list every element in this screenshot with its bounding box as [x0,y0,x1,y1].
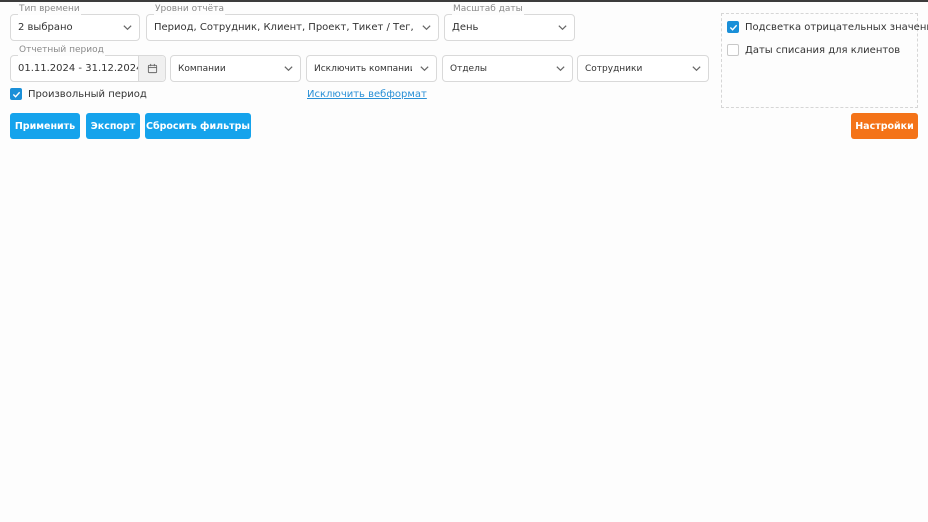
employees-select[interactable]: Сотрудники [577,55,709,82]
companies-select[interactable]: Компании [170,55,301,82]
custom-period-label: Произвольный период [28,88,147,100]
custom-period-checkbox[interactable]: Произвольный период [10,88,147,100]
report-period-field[interactable]: 01.11.2024 - 31.12.2024 Отчетный период [10,45,166,82]
highlight-negative-label: Подсветка отрицательных значений [745,21,928,33]
calendar-icon[interactable] [138,56,165,81]
time-type-label: Тип времени [18,4,81,15]
checkmark-icon[interactable] [10,88,22,100]
companies-value: Компании [178,63,226,74]
chevron-down-icon [276,56,300,81]
report-period-label: Отчетный период [18,45,105,56]
chevron-down-icon [684,56,708,81]
chevron-down-icon [414,15,438,40]
chevron-down-icon [548,56,572,81]
settings-button[interactable]: Настройки [851,113,918,139]
date-scale-value: День [452,22,479,33]
options-panel: Подсветка отрицательных значений Даты сп… [721,13,928,108]
highlight-negative-checkbox[interactable]: Подсветка отрицательных значений [727,21,928,33]
report-levels-label: Уровни отчёта [154,4,225,15]
exclude-companies-value: Исключить компании [314,63,412,74]
time-type-select[interactable]: 2 выбрано Тип времени [10,4,140,41]
date-scale-label: Масштаб даты [452,4,524,15]
exclude-webformat-link[interactable]: Исключить вебформат [307,89,427,100]
checkmark-icon[interactable] [727,21,739,33]
chevron-down-icon [550,15,574,40]
exclude-companies-select[interactable]: Исключить компании [306,55,437,82]
departments-value: Отделы [450,63,487,74]
checkbox-empty-icon[interactable] [727,44,739,56]
chevron-down-icon [115,15,139,40]
chevron-down-icon [412,56,436,81]
report-levels-select[interactable]: Период, Сотрудник, Клиент, Проект, Тикет… [146,4,439,41]
time-type-value: 2 выбрано [18,22,73,33]
employees-value: Сотрудники [585,63,643,74]
report-levels-value: Период, Сотрудник, Клиент, Проект, Тикет… [154,22,414,33]
report-period-value: 01.11.2024 - 31.12.2024 [18,63,138,74]
apply-button[interactable]: Применить [10,113,80,139]
write-off-dates-checkbox[interactable]: Даты списания для клиентов [727,44,900,56]
date-scale-select[interactable]: День Масштаб даты [444,4,575,41]
export-button[interactable]: Экспорт [86,113,140,139]
write-off-dates-label: Даты списания для клиентов [745,44,901,56]
departments-select[interactable]: Отделы [442,55,573,82]
reset-filters-button[interactable]: Сбросить фильтры [145,113,251,139]
